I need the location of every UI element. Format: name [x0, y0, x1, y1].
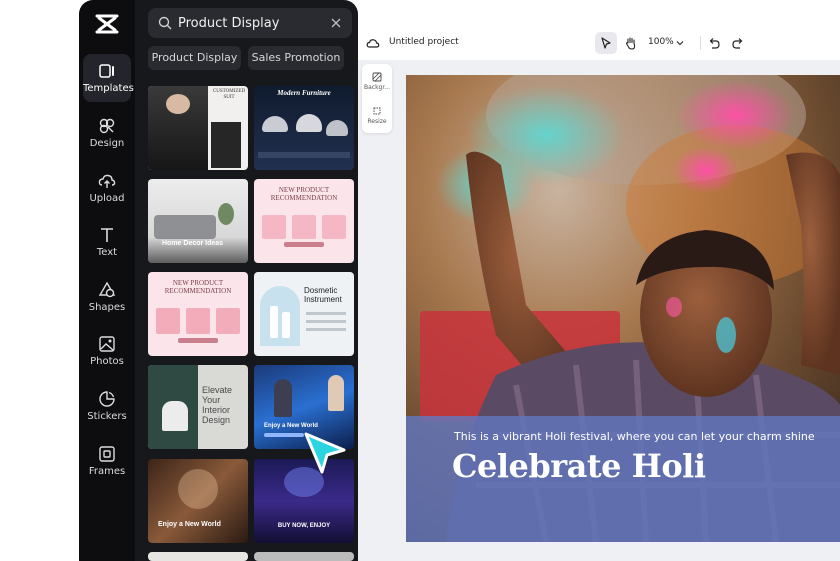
background-icon	[372, 72, 382, 82]
template-thumb-7[interactable]: Elevate Your Interior Design	[148, 365, 248, 449]
template-thumb-text: NEW PRODUCT RECOMMENDATION	[164, 279, 232, 295]
sidebar-item-label: Stickers	[87, 411, 127, 422]
sidebar-item-label: Upload	[89, 193, 125, 204]
hand-tool-button[interactable]	[620, 32, 642, 54]
template-thumb-9[interactable]: Enjoy a New World	[148, 459, 248, 543]
hand-icon	[625, 37, 636, 50]
search-icon	[158, 16, 172, 30]
sidebar-item-templates[interactable]: Templates	[83, 54, 134, 102]
template-thumb-6[interactable]: Dosmetic Instrument	[254, 272, 354, 356]
sidebar-item-label: Shapes	[88, 302, 126, 313]
sidebar-item-upload[interactable]: Upload	[83, 164, 131, 212]
resize-tool-label: Resize	[367, 118, 387, 125]
templates-icon	[99, 64, 114, 78]
canvas-side-toolbar: Backgr... Resize	[362, 64, 392, 133]
sidebar-item-label: Photos	[90, 356, 124, 367]
redo-icon	[732, 38, 743, 49]
template-thumb-text: BUY NOW, ENJOY	[277, 523, 331, 529]
sidebar-item-frames[interactable]: Frames	[83, 437, 131, 485]
redo-button[interactable]	[727, 32, 749, 54]
canvas-design[interactable]: This is a vibrant Holi festival, where y…	[406, 75, 840, 542]
template-thumb-11[interactable]	[148, 552, 248, 561]
template-thumb-3[interactable]: Home Decor Ideas	[148, 179, 248, 263]
sidebar-item-shapes[interactable]: Shapes	[83, 273, 131, 321]
stickers-icon	[99, 391, 115, 407]
sidebar-item-label: Design	[89, 138, 125, 149]
capcut-logo-icon	[95, 14, 119, 34]
sidebar-item-label: Templates	[83, 83, 134, 94]
template-thumb-text: CUSTOMIZED SUIT	[212, 89, 246, 100]
template-thumb-text: Elevate Your Interior Design	[202, 385, 233, 425]
sidebar-item-label: Frames	[88, 466, 126, 477]
editor-topbar: Untitled project 100%	[358, 28, 840, 58]
template-thumb-text: Home Decor Ideas	[162, 240, 224, 247]
search-input[interactable]	[178, 14, 328, 32]
pointer-cursor-icon	[304, 432, 346, 474]
background-tool-label: Backgr...	[363, 84, 390, 91]
template-thumb-2[interactable]: Modern Furniture	[254, 86, 354, 170]
sidebar-item-text[interactable]: Text	[83, 218, 131, 266]
template-thumb-text: Dosmetic Instrument	[304, 286, 342, 304]
sidebar-item-photos[interactable]: Photos	[83, 327, 131, 375]
canvas-subtitle[interactable]: This is a vibrant Holi festival, where y…	[454, 430, 815, 443]
toolbar-divider	[700, 36, 701, 50]
background-tool[interactable]: Backgr...	[362, 72, 392, 91]
template-thumb-text: Modern Furniture	[277, 89, 331, 97]
close-icon[interactable]	[330, 17, 342, 29]
template-thumb-12[interactable]	[254, 552, 354, 561]
design-icon	[99, 118, 115, 134]
template-thumb-4[interactable]: NEW PRODUCT RECOMMENDATION	[254, 179, 354, 263]
sidebar-item-design[interactable]: Design	[83, 109, 131, 157]
chevron-down-icon[interactable]	[676, 39, 684, 47]
template-thumb-1[interactable]: CUSTOMIZED SUIT	[148, 86, 248, 170]
template-thumb-text: NEW PRODUCT RECOMMENDATION	[270, 186, 338, 202]
zoom-level[interactable]: 100%	[648, 37, 674, 47]
canvas-title[interactable]: Celebrate Holi	[452, 447, 706, 485]
pointer-icon	[601, 37, 611, 49]
template-thumb-text: Enjoy a New World	[264, 423, 318, 429]
select-tool-button[interactable]	[595, 32, 617, 54]
text-icon	[101, 228, 113, 242]
chip-product-display[interactable]: Product Display	[148, 46, 241, 70]
sidebar-item-label: Text	[96, 247, 118, 258]
undo-icon	[709, 38, 720, 49]
template-search-box[interactable]	[148, 8, 352, 38]
shapes-icon	[98, 281, 116, 298]
template-thumb-text: Enjoy a New World	[158, 521, 221, 528]
sidebar-item-stickers[interactable]: Stickers	[83, 382, 131, 430]
template-thumb-5[interactable]: NEW PRODUCT RECOMMENDATION	[148, 272, 248, 356]
photos-icon	[99, 336, 115, 352]
upload-icon	[98, 174, 116, 188]
cloud-icon[interactable]	[366, 36, 380, 50]
resize-icon	[373, 107, 381, 115]
frames-icon	[99, 446, 115, 462]
resize-tool[interactable]: Resize	[362, 106, 392, 125]
chip-sales-promotion[interactable]: Sales Promotion	[248, 46, 344, 70]
templates-panel: Product Display Sales Promotion CUSTOMIZ…	[135, 0, 358, 561]
project-title[interactable]: Untitled project	[389, 37, 459, 47]
editor-window: Templates Design Upload Text Shapes Phot…	[0, 0, 840, 561]
undo-button[interactable]	[703, 32, 725, 54]
left-sidebar: Templates Design Upload Text Shapes Phot…	[79, 0, 135, 561]
